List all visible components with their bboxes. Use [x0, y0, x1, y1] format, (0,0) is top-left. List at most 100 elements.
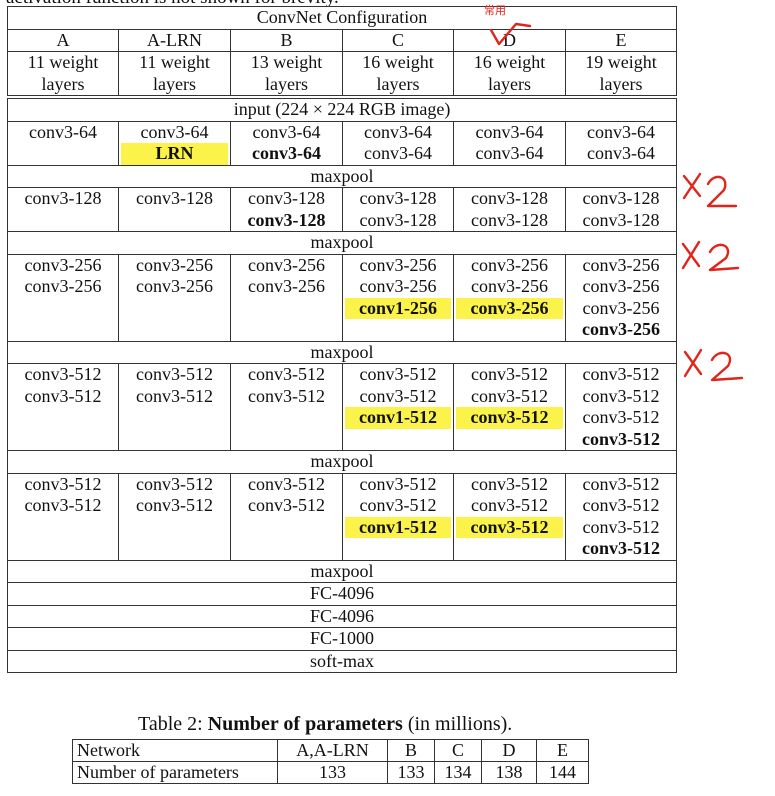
- layer-cell: conv3-128 conv3-128: [453, 187, 566, 232]
- layer-label: conv3-512: [582, 385, 660, 406]
- layer-label: conv3-512: [24, 495, 102, 515]
- layer-cell: conv3-256 conv3-256: [7, 253, 119, 342]
- layer-label: conv3-128: [359, 209, 437, 230]
- layer-cell: conv3-256 conv3-256: [118, 253, 231, 342]
- layer-label: conv3-64: [252, 121, 321, 142]
- params-value-row: Number of parameters 133 133 134 138 144: [72, 761, 589, 784]
- layer-label: conv3-512: [471, 385, 548, 406]
- layer-label: conv3-512: [248, 385, 325, 406]
- layer-cell: conv3-64 conv3-64: [453, 120, 566, 166]
- layer-cell: conv3-256 conv3-256 conv1-256: [342, 253, 454, 342]
- depth-row: 11 weight layers 11 weight layers 13 weigh…: [7, 51, 678, 96]
- layer-label: conv3-512: [456, 516, 563, 538]
- column-header: A: [7, 28, 119, 52]
- layer-cell: conv3-64: [7, 120, 119, 166]
- layer-cell: conv3-64 conv3-64: [230, 120, 343, 166]
- x2-mark-c-icon: [683, 348, 744, 382]
- params-header: D: [481, 739, 537, 762]
- depth-cell: 11 weight layers: [7, 51, 119, 96]
- layer-label: LRN: [121, 143, 228, 165]
- fc-row: FC-1000: [6, 627, 678, 651]
- layer-label: conv3-64: [587, 121, 656, 142]
- layer-cell: conv3-256 conv3-256 conv3-256 conv3-256: [564, 253, 678, 342]
- params-header: A,A-LRN: [277, 739, 388, 762]
- conv-block-2: conv3-128 conv3-128 conv3-128 conv3-128 conv…: [7, 187, 678, 232]
- layer-label: conv3-512: [582, 538, 661, 558]
- layer-cell: conv3-128 conv3-128: [564, 187, 678, 232]
- layer-cell: conv3-512 conv3-512: [7, 472, 119, 561]
- layer-label: conv3-128: [247, 209, 326, 230]
- layer-label: conv3-256: [582, 254, 660, 275]
- layer-cell: conv3-512 conv3-512 conv3-512: [453, 472, 566, 561]
- layer-label: conv3-512: [471, 473, 548, 494]
- column-header: E: [564, 28, 678, 52]
- column-header: B: [230, 28, 343, 52]
- fc-row: FC-4096: [6, 582, 678, 606]
- depth-cell: 11 weight layers: [118, 51, 231, 96]
- conv-block-4: conv3-512 conv3-512 conv3-512 conv3-512 conv…: [7, 363, 678, 451]
- column-header: C: [342, 28, 454, 52]
- layer-label: conv3-256: [582, 297, 660, 318]
- layer-cell: conv3-128: [118, 187, 231, 232]
- layer-label: conv3-512: [359, 473, 437, 494]
- layer-label: conv3-256: [136, 254, 213, 275]
- layer-label: conv3-64: [364, 121, 432, 142]
- layer-cell: conv3-128 conv3-128: [342, 187, 454, 232]
- params-header: Network: [72, 739, 278, 762]
- maxpool-row: maxpool: [6, 231, 678, 255]
- layer-label: conv3-512: [359, 364, 437, 384]
- conv-block-1: conv3-64 conv3-64 LRN conv3-64 conv3-64 conv3…: [7, 120, 678, 166]
- layer-label: conv3-256: [359, 254, 437, 275]
- depth-cell: 19 weight layers: [564, 51, 678, 96]
- params-header: B: [387, 739, 435, 762]
- layer-label: conv3-256: [582, 276, 660, 296]
- layer-cell: conv3-128: [7, 187, 119, 232]
- layer-cell: conv3-512 conv3-512: [230, 363, 343, 451]
- convnet-config-table: ConvNet Configuration A A-LRN B C D E 11…: [6, 6, 678, 673]
- params-value: 134: [434, 761, 482, 784]
- layer-label: conv3-256: [24, 276, 102, 296]
- conv-block-5: conv3-512 conv3-512 conv3-512 conv3-512 conv…: [7, 472, 678, 561]
- input-row: input (224 × 224 RGB image): [6, 98, 678, 122]
- maxpool-row: maxpool: [6, 164, 678, 188]
- layer-cell: conv3-512 conv3-512 conv3-512: [453, 363, 566, 451]
- handwritten-note-common: 常用: [484, 5, 506, 17]
- params-table: Network A,A-LRN B C D E Number of parame…: [72, 739, 589, 784]
- layer-label: conv3-512: [136, 495, 213, 515]
- layer-cell: conv3-512 conv3-512 conv3-512 conv3-512: [564, 363, 678, 451]
- params-header-row: Network A,A-LRN B C D E: [72, 739, 589, 762]
- column-header: D: [453, 28, 566, 52]
- layer-label: conv3-256: [471, 254, 548, 275]
- layer-label: conv3-64: [364, 143, 432, 163]
- layer-label: conv3-512: [456, 407, 563, 429]
- layer-label: conv3-256: [136, 276, 213, 296]
- layer-label: conv3-64: [29, 121, 97, 142]
- layer-label: conv3-256: [471, 276, 548, 296]
- layer-label: conv3-512: [248, 364, 325, 384]
- layer-cell: conv3-512 conv3-512: [230, 472, 343, 561]
- layer-cell: conv3-512 conv3-512 conv3-512 conv3-512: [564, 472, 678, 561]
- table-title: ConvNet Configuration: [6, 6, 678, 30]
- layer-label: conv3-128: [471, 209, 548, 230]
- layer-label: conv3-512: [582, 407, 660, 427]
- layer-cell: conv3-64 LRN: [118, 120, 231, 166]
- maxpool-row: maxpool: [6, 559, 678, 583]
- layer-cell: conv3-256 conv3-256: [230, 253, 343, 342]
- layer-label: conv3-256: [24, 254, 102, 275]
- layer-label: conv1-256: [345, 297, 451, 319]
- depth-cell: 16 weight layers: [453, 51, 566, 96]
- layer-label: conv3-128: [582, 188, 660, 208]
- layer-label: conv3-512: [471, 495, 548, 515]
- layer-label: conv3-128: [471, 188, 548, 208]
- params-value: 133: [387, 761, 435, 784]
- layer-label: conv3-64: [475, 143, 544, 163]
- x2-mark-a-icon: [682, 172, 738, 208]
- layer-label: conv3-512: [582, 428, 661, 449]
- layer-label: conv3-256: [359, 276, 437, 296]
- layer-label: conv3-64: [252, 143, 321, 163]
- layer-label: conv3-512: [248, 495, 325, 515]
- params-value: 133: [277, 761, 388, 784]
- layer-cell: conv3-512 conv3-512 conv1-512: [342, 472, 454, 561]
- layer-label: conv3-128: [24, 188, 102, 208]
- maxpool-row: maxpool: [6, 450, 678, 474]
